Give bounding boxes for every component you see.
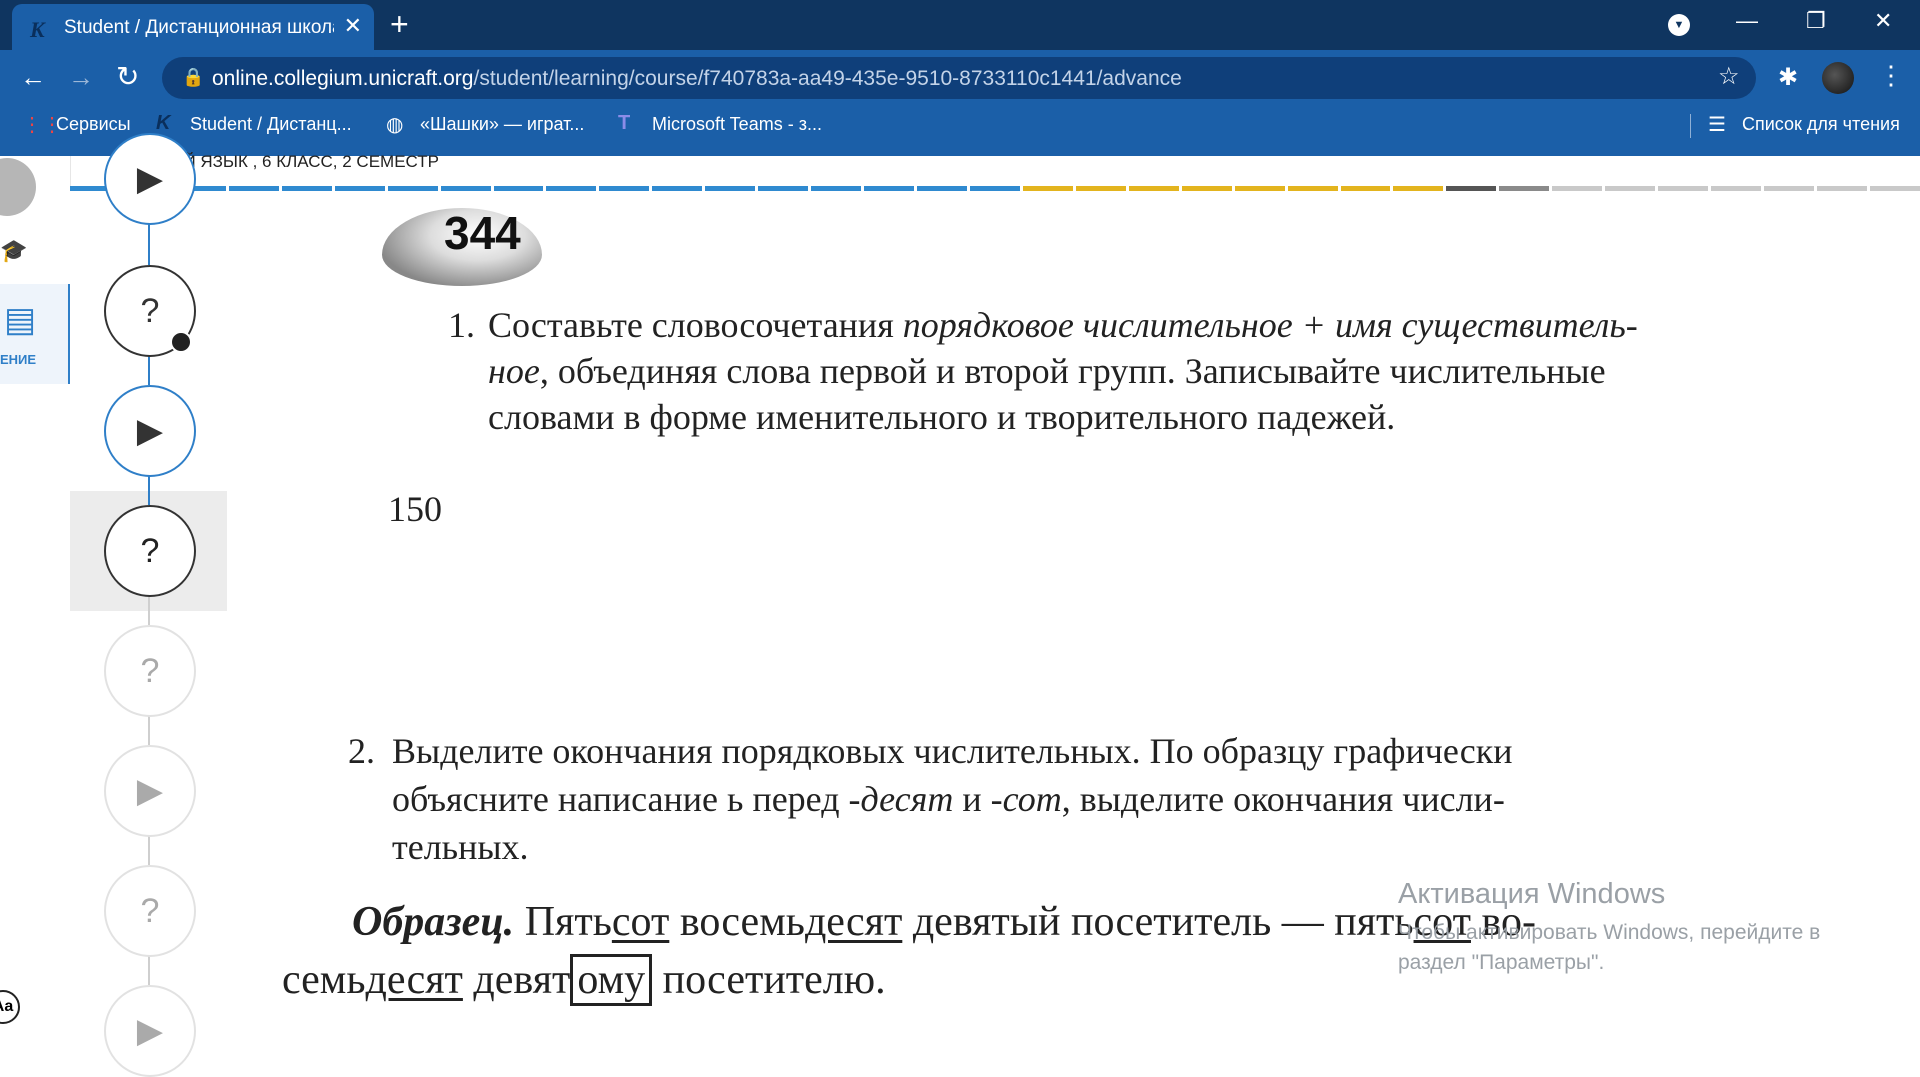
task2-line3: тельных. (392, 827, 529, 867)
progress-segment[interactable] (281, 186, 332, 191)
step-question-icon[interactable]: ? (104, 505, 196, 597)
extensions-puzzle-icon[interactable]: ✱ (1778, 63, 1798, 92)
restore-icon[interactable]: ❐ (1806, 8, 1826, 34)
progress-segment[interactable] (546, 186, 597, 191)
task2-line1: Выделите окончания порядковых числительн… (392, 731, 1513, 771)
step-connector (148, 221, 150, 265)
bookmark-shashki[interactable]: «Шашки» — играт... (420, 114, 584, 135)
progress-bar (70, 186, 1920, 191)
progress-segment[interactable] (1711, 186, 1761, 191)
task2-num: 2. (348, 731, 375, 771)
progress-segment[interactable] (440, 186, 491, 191)
bookmark-teams[interactable]: Microsoft Teams - з... (652, 114, 822, 135)
close-window-icon[interactable]: ✕ (1874, 8, 1892, 34)
progress-segment[interactable] (1446, 186, 1497, 191)
task1-num: 1. (448, 305, 475, 345)
task1-line3: словами в форме именительного и творител… (488, 397, 1396, 437)
reading-list-button[interactable]: Список для чтения (1742, 114, 1900, 135)
exercise-number: 344 (444, 207, 521, 259)
browser-tab[interactable]: K Student / Дистанционная школа ✕ (12, 4, 374, 50)
minimize-icon[interactable]: — (1736, 8, 1758, 34)
progress-segment[interactable] (228, 186, 279, 191)
step-connector (148, 833, 150, 865)
progress-segment[interactable] (917, 186, 967, 191)
forward-icon[interactable]: → (68, 62, 94, 93)
back-icon[interactable]: ← (20, 62, 46, 93)
progress-segment[interactable] (811, 186, 862, 191)
bookmark-student[interactable]: Student / Дистанц... (190, 114, 352, 135)
bookmark-separator (1690, 114, 1691, 138)
progress-segment[interactable] (1869, 186, 1920, 191)
progress-segment[interactable] (1552, 186, 1603, 191)
progress-segment[interactable] (1816, 186, 1867, 191)
k-favicon: K (30, 17, 45, 42)
graduation-cap-icon[interactable]: 🎓 (0, 238, 27, 264)
step-connector (148, 713, 150, 745)
step-clock-icon (170, 331, 192, 353)
sample-line2: семьдесят девят ому посетителю. (282, 954, 886, 1006)
lock-icon[interactable]: 🔒 (182, 67, 204, 88)
progress-segment[interactable] (1287, 186, 1338, 191)
progress-segment[interactable] (1658, 186, 1709, 191)
progress-segment[interactable] (758, 186, 809, 191)
page-number: 150 (388, 489, 442, 529)
learning-icon: ▤ (4, 301, 37, 339)
globe-icon: ◍ (386, 114, 404, 136)
progress-segment[interactable] (1340, 186, 1391, 191)
progress-segment[interactable] (969, 186, 1020, 191)
progress-segment[interactable] (705, 186, 756, 191)
new-tab-button[interactable]: + (390, 6, 409, 43)
k-favicon: K (156, 112, 171, 134)
nav-item-label: ЕНИЕ (0, 352, 37, 367)
progress-segment[interactable] (493, 186, 544, 191)
task1-line2: ное, объединяя слова первой и второй гру… (488, 351, 1606, 391)
progress-segment[interactable] (1234, 186, 1285, 191)
sample-line1: Образец. Пятьсот восемьдесят девятый пос… (352, 899, 1537, 945)
step-question-icon[interactable]: ? (104, 865, 196, 957)
task2-line2: объясните написание ь перед -десят и -со… (392, 779, 1505, 819)
step-connector (148, 353, 150, 385)
url-text[interactable]: online.collegium.unicraft.org/student/le… (212, 67, 1182, 91)
profile-avatar[interactable] (1822, 62, 1854, 94)
reload-icon[interactable]: ↻ (116, 60, 139, 93)
ending-box: ому (570, 954, 653, 1006)
step-video-icon[interactable]: ▶ (104, 133, 196, 225)
progress-segment[interactable] (1022, 186, 1073, 191)
step-video-icon[interactable]: ▶ (104, 985, 196, 1077)
windows-activation-text: Чтобы активировать Windows, перейдите вр… (1398, 921, 1821, 974)
progress-segment[interactable] (652, 186, 703, 191)
bookmark-services[interactable]: Сервисы (56, 114, 131, 135)
progress-segment[interactable] (599, 186, 650, 191)
progress-segment[interactable] (1764, 186, 1814, 191)
reading-list-icon: ☰ (1708, 114, 1726, 136)
kebab-menu-icon[interactable]: ⋮ (1878, 60, 1904, 91)
windows-activation-title: Активация Windows (1398, 878, 1666, 910)
step-connector (148, 593, 150, 625)
progress-segment[interactable] (1499, 186, 1550, 191)
step-video-icon[interactable]: ▶ (104, 745, 196, 837)
progress-segment[interactable] (864, 186, 914, 191)
progress-segment[interactable] (387, 186, 438, 191)
tab-title: Student / Дистанционная школа (64, 17, 334, 38)
tab-search-icon[interactable]: ▼ (1668, 14, 1690, 36)
step-video-icon[interactable]: ▶ (104, 385, 196, 477)
progress-segment[interactable] (1393, 186, 1444, 191)
tab-close-icon[interactable]: ✕ (344, 13, 362, 39)
progress-segment[interactable] (1075, 186, 1126, 191)
progress-segment[interactable] (1181, 186, 1232, 191)
step-question-icon[interactable]: ? (104, 625, 196, 717)
progress-segment[interactable] (1605, 186, 1656, 191)
step-connector (148, 473, 150, 505)
teams-icon: T (618, 112, 631, 134)
step-connector (148, 953, 150, 985)
bookmark-star-icon[interactable]: ☆ (1718, 62, 1740, 91)
progress-segment[interactable] (334, 186, 385, 191)
task1-line1: Составьте словосочетания порядковое числ… (488, 305, 1638, 345)
progress-segment[interactable] (1128, 186, 1179, 191)
